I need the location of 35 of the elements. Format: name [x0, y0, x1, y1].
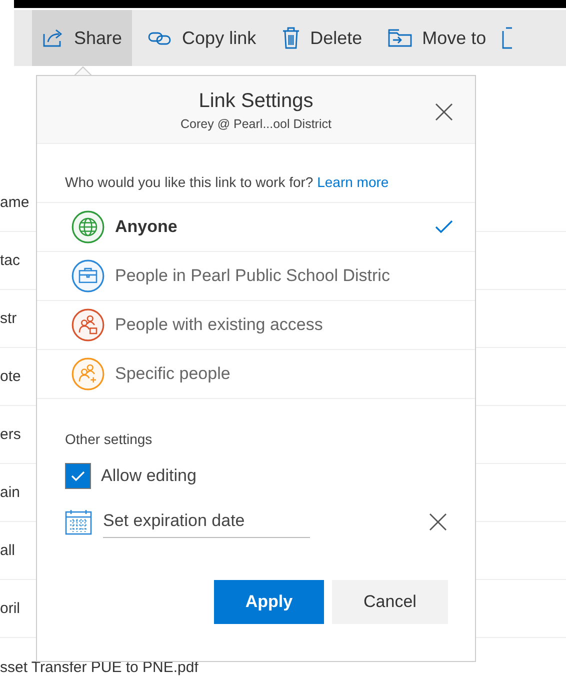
clear-icon[interactable]: [429, 512, 447, 530]
learn-more-link[interactable]: Learn more: [317, 174, 389, 190]
file-name[interactable]: all: [0, 542, 16, 559]
file-name[interactable]: ote: [0, 368, 21, 385]
section-label: Other settings: [65, 431, 152, 447]
checkmark-icon: [71, 470, 85, 482]
link-option[interactable]: Anyone: [37, 203, 475, 252]
share-icon: [42, 28, 64, 48]
toolbar-button[interactable]: Share: [32, 10, 132, 66]
link-option[interactable]: People with existing access: [37, 301, 475, 350]
file-name[interactable]: ame: [0, 194, 30, 211]
link-icon: [148, 30, 172, 46]
close-icon[interactable]: [435, 103, 453, 121]
apply-button[interactable]: Apply: [214, 580, 324, 624]
move-icon: [388, 29, 412, 47]
link-option[interactable]: Specific people: [37, 350, 475, 399]
checkmark-icon: [435, 220, 453, 234]
trash-icon: [282, 27, 300, 49]
toolbar-button[interactable]: Delete: [272, 10, 372, 66]
file-name[interactable]: ers: [0, 426, 21, 443]
dialog-subtitle: Corey @ Pearl...ool District: [180, 117, 332, 131]
file-name[interactable]: str: [0, 310, 17, 327]
calendar-icon[interactable]: [65, 508, 92, 534]
file-name[interactable]: oril: [0, 600, 20, 617]
toolbar-button[interactable]: Move to: [378, 10, 496, 66]
toolbar-button[interactable]: Copy link: [138, 10, 266, 66]
dialog-title: Link Settings: [198, 90, 314, 113]
copy-icon[interactable]: [502, 27, 512, 49]
cancel-button[interactable]: Cancel: [332, 580, 448, 624]
question-text: Who would you like this link to work for?: [65, 174, 314, 190]
link-option[interactable]: People in Pearl Public School Distric: [37, 252, 475, 301]
file-name[interactable]: ain: [0, 484, 20, 501]
checkbox[interactable]: [65, 463, 91, 489]
checkbox-label[interactable]: Allow editing: [101, 466, 196, 486]
file-name[interactable]: tac: [0, 252, 20, 269]
